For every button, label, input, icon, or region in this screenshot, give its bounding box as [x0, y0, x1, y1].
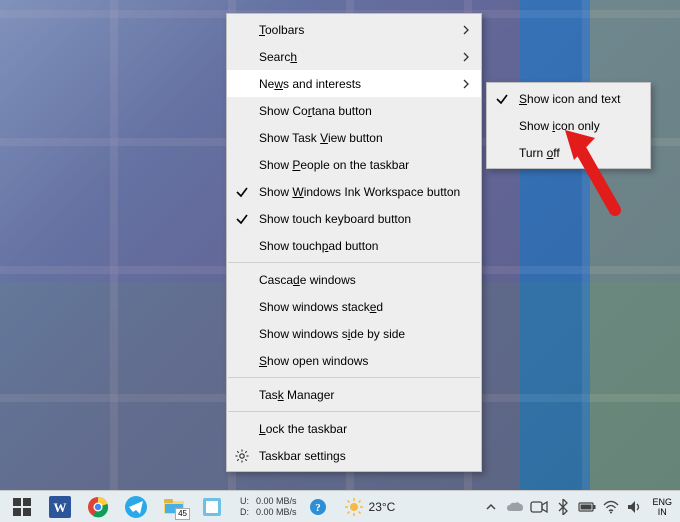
news-interests-weather[interactable]: 23°C — [337, 498, 404, 516]
ctx-separator — [228, 262, 480, 263]
meet-now-icon[interactable] — [528, 492, 550, 522]
start-button[interactable] — [4, 492, 40, 522]
chevron-right-icon — [463, 79, 469, 89]
menu-item-label: Taskbar settings — [259, 449, 346, 463]
ctx-item-8[interactable]: Show touchpad button — [227, 232, 481, 259]
menu-item-label: Show touch keyboard button — [259, 212, 411, 226]
menu-item-label: Show People on the taskbar — [259, 158, 409, 172]
menu-item-label: Show icon and text — [519, 92, 620, 106]
menu-item-label: Turn off — [519, 146, 560, 160]
taskbar-left-group: W 45 — [0, 492, 230, 522]
menu-item-label: Show touchpad button — [259, 239, 378, 253]
ctx-item-0[interactable]: Toolbars — [227, 16, 481, 43]
ctx-item-5[interactable]: Show People on the taskbar — [227, 151, 481, 178]
menu-item-label: Cascade windows — [259, 273, 356, 287]
sub-item-1[interactable]: Show icon only — [487, 112, 650, 139]
file-explorer-badge: 45 — [175, 508, 190, 520]
weather-sun-icon — [345, 498, 363, 516]
check-icon — [235, 185, 251, 199]
menu-item-label: Show icon only — [519, 119, 600, 133]
bluetooth-tray-icon[interactable] — [552, 492, 574, 522]
menu-item-label: Show windows side by side — [259, 327, 405, 341]
onedrive-tray-icon[interactable] — [504, 492, 526, 522]
menu-item-label: Show Task View button — [259, 131, 383, 145]
menu-item-label: Show open windows — [259, 354, 368, 368]
ctx-item-15[interactable]: Task Manager — [227, 381, 481, 408]
ctx-separator — [228, 411, 480, 412]
svg-text:W: W — [54, 500, 67, 515]
file-explorer-icon[interactable]: 45 — [156, 492, 192, 522]
ctx-item-2[interactable]: News and interests — [227, 70, 481, 97]
download-value: 0.00 MB/s — [256, 507, 297, 518]
ctx-item-4[interactable]: Show Task View button — [227, 124, 481, 151]
ctx-item-3[interactable]: Show Cortana button — [227, 97, 481, 124]
menu-item-label: News and interests — [259, 77, 361, 91]
ctx-item-1[interactable]: Search — [227, 43, 481, 70]
check-icon — [235, 212, 251, 226]
news-interests-submenu: Show icon and text Show icon only Turn off — [486, 82, 651, 169]
ctx-item-11[interactable]: Show windows stacked — [227, 293, 481, 320]
taskbar: W 45 U: 0.00 MB/s D: 0.00 MB/s ? 23°C — [0, 490, 680, 522]
weather-temp: 23°C — [369, 500, 396, 514]
wifi-tray-icon[interactable] — [600, 492, 622, 522]
sub-item-0[interactable]: Show icon and text — [487, 85, 650, 112]
lang-line2: IN — [652, 507, 672, 517]
ctx-item-12[interactable]: Show windows side by side — [227, 320, 481, 347]
ctx-item-7[interactable]: Show touch keyboard button — [227, 205, 481, 232]
taskbar-app-icon[interactable] — [194, 492, 230, 522]
menu-item-label: Show Windows Ink Workspace button — [259, 185, 460, 199]
ctx-item-18[interactable]: Taskbar settings — [227, 442, 481, 469]
battery-tray-icon[interactable] — [576, 492, 598, 522]
menu-item-label: Show Cortana button — [259, 104, 372, 118]
menu-item-label: Toolbars — [259, 23, 304, 37]
help-tray-icon[interactable]: ? — [307, 492, 329, 522]
taskbar-context-menu: Toolbars Search News and interests Show Cor… — [226, 13, 482, 472]
tray-overflow-icon[interactable] — [480, 492, 502, 522]
menu-item-label: Show windows stacked — [259, 300, 383, 314]
menu-item-label: Search — [259, 50, 297, 64]
telegram-app-icon[interactable] — [118, 492, 154, 522]
check-icon — [495, 92, 511, 106]
svg-text:?: ? — [315, 502, 321, 514]
menu-item-label: Task Manager — [259, 388, 334, 402]
ctx-item-13[interactable]: Show open windows — [227, 347, 481, 374]
upload-value: 0.00 MB/s — [256, 496, 297, 507]
ctx-item-6[interactable]: Show Windows Ink Workspace button — [227, 178, 481, 205]
upload-label: U: — [240, 496, 252, 507]
chrome-app-icon[interactable] — [80, 492, 116, 522]
ctx-item-10[interactable]: Cascade windows — [227, 266, 481, 293]
taskbar-tray: ENG IN — [480, 492, 680, 522]
menu-item-label: Lock the taskbar — [259, 422, 347, 436]
net-speed-meter: U: 0.00 MB/s D: 0.00 MB/s — [240, 496, 297, 518]
download-label: D: — [240, 507, 252, 518]
taskbar-center-group: ? 23°C — [307, 492, 404, 522]
ctx-item-17[interactable]: Lock the taskbar — [227, 415, 481, 442]
chevron-right-icon — [463, 52, 469, 62]
lang-line1: ENG — [652, 497, 672, 507]
gear-icon — [235, 449, 251, 463]
ctx-separator — [228, 377, 480, 378]
sub-item-2[interactable]: Turn off — [487, 139, 650, 166]
word-app-icon[interactable]: W — [42, 492, 78, 522]
chevron-right-icon — [463, 25, 469, 35]
volume-tray-icon[interactable] — [624, 492, 646, 522]
language-indicator[interactable]: ENG IN — [648, 497, 676, 517]
